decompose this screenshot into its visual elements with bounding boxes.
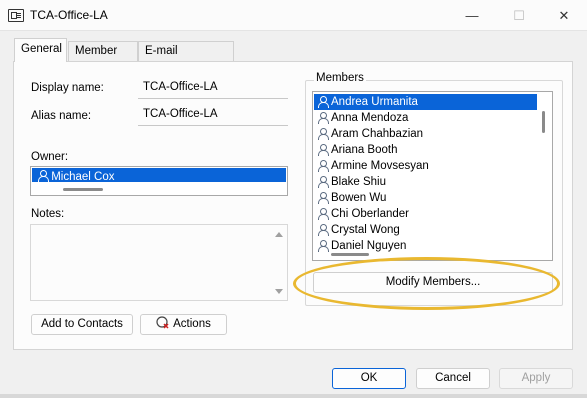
members-list[interactable]: Andrea Urmanita Anna Mendoza Aram Chahba… <box>312 91 553 261</box>
highlight-ring <box>293 257 560 310</box>
scroll-up-icon[interactable] <box>275 232 283 237</box>
member-item[interactable]: Ariana Booth <box>314 142 537 158</box>
maximize-button: ☐ <box>513 8 525 23</box>
bottom-edge <box>0 394 587 398</box>
contact-card-icon <box>8 9 24 22</box>
scroll-down-icon[interactable] <box>275 289 283 294</box>
add-to-contacts-button[interactable]: Add to Contacts <box>31 314 133 335</box>
member-name: Ariana Booth <box>331 144 398 156</box>
member-name: Armine Movsesyan <box>331 160 429 172</box>
person-icon <box>317 192 329 204</box>
member-item[interactable]: Chi Oberlander <box>314 206 537 222</box>
ok-button[interactable]: OK <box>332 368 406 389</box>
member-name: Crystal Wong <box>331 224 400 236</box>
member-name: Chi Oberlander <box>331 208 409 220</box>
person-icon <box>317 224 329 236</box>
notes-label: Notes: <box>31 208 65 220</box>
member-item[interactable]: Blake Shiu <box>314 174 537 190</box>
member-name: Bowen Wu <box>331 192 387 204</box>
member-item[interactable]: Aram Chahbazian <box>314 126 537 142</box>
member-item[interactable]: Armine Movsesyan <box>314 158 537 174</box>
member-name: Aram Chahbazian <box>331 128 424 140</box>
tab-member-of[interactable]: Member Of <box>68 41 138 75</box>
member-item[interactable]: Crystal Wong <box>314 222 537 238</box>
owner-label: Owner: <box>31 151 69 163</box>
member-name: Anna Mendoza <box>331 112 409 124</box>
actions-label: Actions <box>173 318 211 330</box>
members-vscrollbar[interactable] <box>542 111 545 133</box>
person-icon <box>37 170 49 182</box>
person-icon <box>317 144 329 156</box>
member-item[interactable]: Bowen Wu <box>314 190 537 206</box>
person-icon <box>317 160 329 172</box>
actions-button[interactable]: Actions <box>140 314 227 335</box>
owner-item[interactable]: Michael Cox <box>32 168 286 183</box>
person-icon <box>317 96 329 108</box>
member-item[interactable]: Anna Mendoza <box>314 110 537 126</box>
member-name: Andrea Urmanita <box>331 96 418 108</box>
member-item[interactable]: Daniel Nguyen <box>314 238 537 254</box>
window-title: TCA-Office-LA <box>30 8 108 22</box>
person-icon <box>317 240 329 252</box>
tab-email-addresses[interactable]: E-mail Addresses <box>138 41 234 75</box>
person-icon <box>317 128 329 140</box>
alias-name-field[interactable]: TCA-Office-LA <box>138 105 288 126</box>
owner-scrollbar[interactable] <box>63 188 103 191</box>
member-name: Daniel Nguyen <box>331 240 407 252</box>
person-icon <box>317 208 329 220</box>
alias-name-label: Alias name: <box>31 110 92 122</box>
members-hscrollbar[interactable] <box>331 253 369 256</box>
owner-list[interactable]: Michael Cox <box>30 166 288 196</box>
close-button[interactable]: ✕ <box>541 0 587 31</box>
minimize-button[interactable]: — <box>449 0 495 31</box>
apply-button: Apply <box>499 368 573 389</box>
member-item[interactable]: Andrea Urmanita <box>314 94 537 110</box>
person-icon <box>317 112 329 124</box>
person-icon <box>317 176 329 188</box>
tab-general[interactable]: General <box>14 38 67 62</box>
owner-name: Michael Cox <box>51 171 115 183</box>
actions-icon <box>156 316 170 329</box>
members-legend: Members <box>314 72 366 84</box>
display-name-label: Display name: <box>31 82 104 94</box>
display-name-field[interactable]: TCA-Office-LA <box>138 78 288 99</box>
member-name: Blake Shiu <box>331 176 386 188</box>
cancel-button[interactable]: Cancel <box>416 368 490 389</box>
notes-textarea[interactable] <box>30 224 288 301</box>
